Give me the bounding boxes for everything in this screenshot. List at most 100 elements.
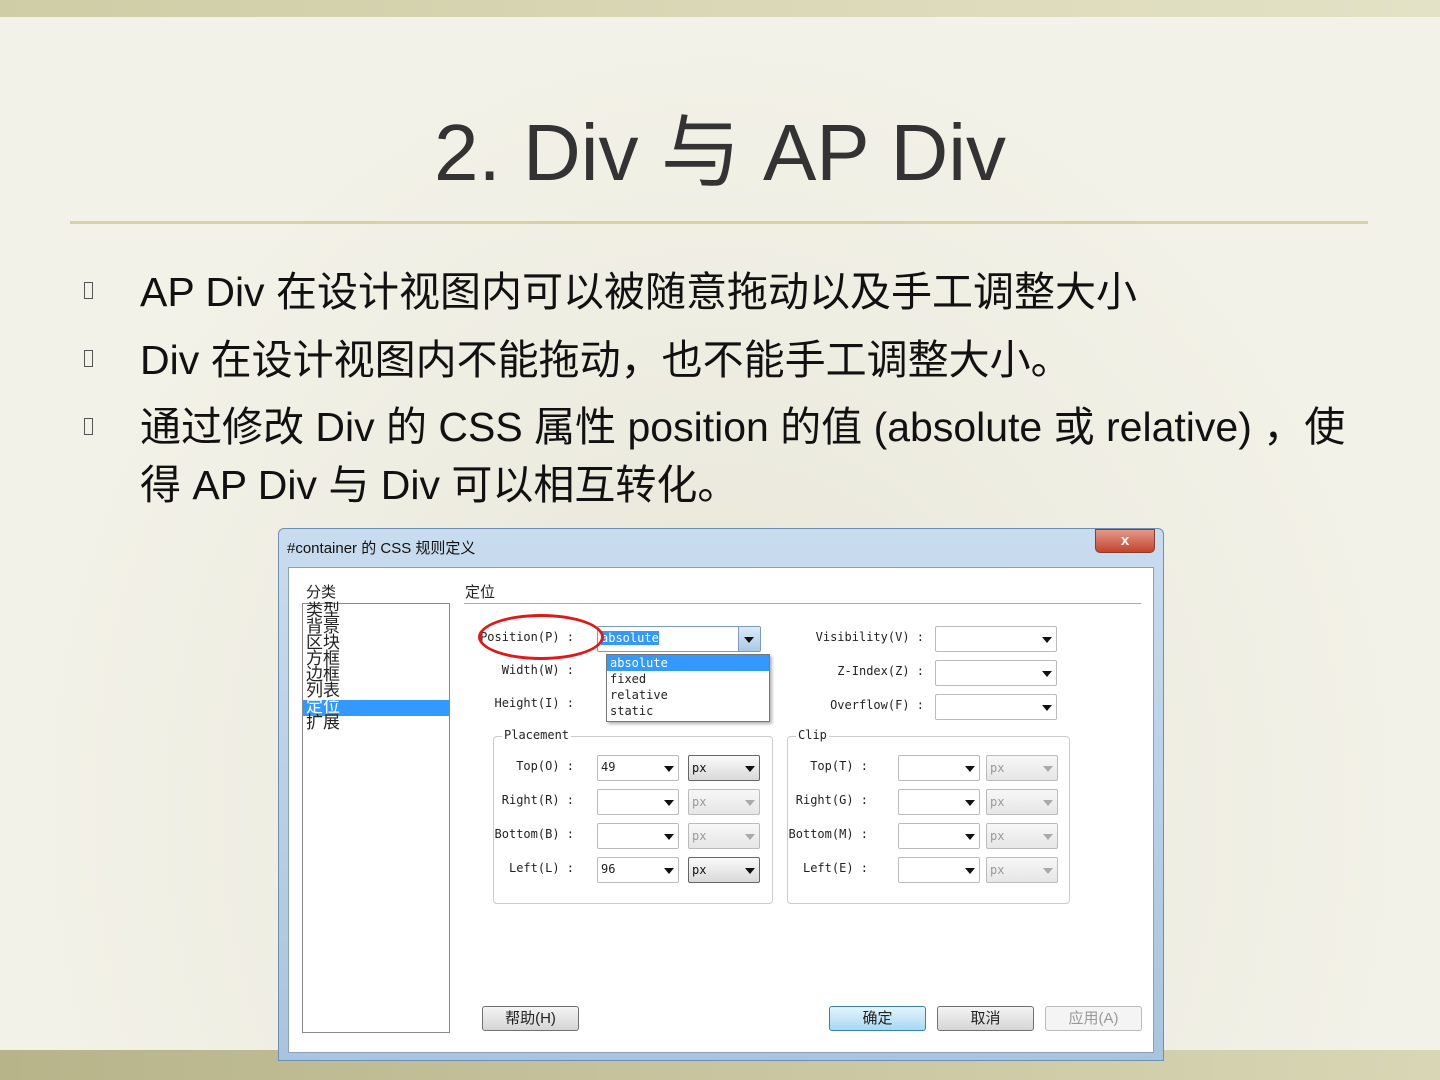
clip-group: Clip Top(T) : px Right(G) : px Bottom(M) : px L…: [787, 728, 1070, 904]
slide-title: 2. Div 与 AP Div: [434, 108, 1006, 197]
chevron-down-icon: [965, 800, 975, 806]
apply-button[interactable]: 应用(A): [1045, 1006, 1142, 1031]
chevron-down-icon: [664, 868, 674, 874]
chevron-down-icon: [664, 834, 674, 840]
annotation-circle: [478, 614, 604, 660]
clip-row-label: Left(E) :: [802, 861, 868, 875]
position-value: absolute: [601, 631, 659, 645]
unit-text: px: [990, 795, 1005, 809]
chevron-down-icon: [1042, 671, 1052, 677]
bullet-icon: [84, 350, 93, 367]
placement-unit-select[interactable]: px: [688, 857, 760, 883]
category-label: 分类: [306, 584, 337, 601]
placement-unit-select[interactable]: px: [688, 755, 760, 781]
clip-row-label: Top(T) :: [810, 759, 868, 773]
chevron-down-icon: [1043, 834, 1053, 840]
placement-legend: Placement: [502, 728, 572, 742]
visibility-select[interactable]: [935, 626, 1057, 652]
unit-text: px: [990, 863, 1005, 877]
category-item[interactable]: 扩展: [303, 714, 449, 732]
section-divider: [464, 603, 1141, 604]
dialog-body: 分类 类型 背景 区块 方框 边框 列表 定位 扩展 定位 Position(P) : abs…: [288, 567, 1154, 1053]
overflow-label: Overflow(F) :: [830, 698, 924, 712]
bullet-item: 通过修改 Div 的 CSS 属性 position 的值 (absolute …: [84, 398, 1374, 514]
dropdown-option[interactable]: absolute: [607, 655, 769, 671]
chevron-down-icon: [745, 800, 755, 806]
chevron-down-icon: [738, 627, 760, 651]
chevron-down-icon: [1043, 766, 1053, 772]
unit-text: px: [692, 795, 707, 809]
unit-text: px: [692, 863, 707, 877]
chevron-down-icon: [1042, 637, 1052, 643]
chevron-down-icon: [1043, 868, 1053, 874]
chevron-down-icon: [1043, 800, 1053, 806]
placement-value-select[interactable]: [597, 789, 679, 815]
width-label: Width(W) :: [501, 663, 574, 677]
bullet-text: AP Div 在设计视图内可以被随意拖动以及手工调整大小: [140, 269, 1137, 315]
ok-button[interactable]: 确定: [829, 1006, 926, 1031]
chevron-down-icon: [745, 766, 755, 772]
unit-text: px: [692, 761, 707, 775]
title-divider: [70, 221, 1368, 224]
dropdown-option[interactable]: relative: [607, 687, 769, 703]
zindex-label: Z-Index(Z) :: [837, 664, 924, 678]
bullet-item: Div 在设计视图内不能拖动，也不能手工调整大小。: [84, 330, 1374, 390]
placement-value-select[interactable]: 49: [597, 755, 679, 781]
top-stripe: [0, 0, 1440, 17]
chevron-down-icon: [745, 868, 755, 874]
placement-value-select[interactable]: [597, 823, 679, 849]
chevron-down-icon: [664, 766, 674, 772]
unit-text: px: [990, 829, 1005, 843]
chevron-down-icon: [745, 834, 755, 840]
placement-row-label: Left(L) :: [508, 861, 574, 875]
bullet-icon: [84, 282, 93, 299]
chevron-down-icon: [965, 766, 975, 772]
bullet-list: AP Div 在设计视图内可以被随意拖动以及手工调整大小 Div 在设计视图内不…: [84, 262, 1374, 522]
clip-unit-select[interactable]: px: [986, 789, 1058, 815]
placement-value-select[interactable]: 96: [597, 857, 679, 883]
clip-value-select[interactable]: [898, 857, 980, 883]
placement-row-label: Right(R) :: [501, 793, 574, 807]
clip-unit-select[interactable]: px: [986, 755, 1058, 781]
height-label: Height(I) :: [494, 696, 574, 710]
value-text: 96: [601, 862, 616, 876]
placement-group: Placement Top(O) : 49 px Right(R) : px Bottom(…: [493, 728, 773, 904]
css-rule-dialog: #container 的 CSS 规则定义 x 分类 类型 背景 区块 方框 边框 列表定…: [278, 528, 1164, 1061]
dialog-title: #container 的 CSS 规则定义: [287, 540, 476, 557]
bullet-text: Div 在设计视图内不能拖动，也不能手工调整大小。: [140, 337, 1072, 383]
chevron-down-icon: [965, 834, 975, 840]
clip-row-label: Bottom(M) :: [788, 827, 868, 841]
close-button[interactable]: x: [1095, 529, 1155, 553]
unit-text: px: [692, 829, 707, 843]
overflow-select[interactable]: [935, 694, 1057, 720]
placement-row-label: Top(O) :: [516, 759, 574, 773]
visibility-label: Visibility(V) :: [815, 630, 924, 644]
value-text: 49: [601, 760, 616, 774]
bullet-icon: [84, 418, 93, 435]
dropdown-option[interactable]: fixed: [607, 671, 769, 687]
clip-value-select[interactable]: [898, 789, 980, 815]
category-list[interactable]: 类型 背景 区块 方框 边框 列表 定位 扩展: [302, 602, 450, 1033]
placement-unit-select[interactable]: px: [688, 789, 760, 815]
section-title: 定位: [465, 584, 496, 601]
bullet-text: 通过修改 Div 的 CSS 属性 position 的值 (absolute …: [140, 404, 1346, 508]
chevron-down-icon: [1042, 705, 1052, 711]
help-button[interactable]: 帮助(H): [482, 1006, 579, 1031]
position-select[interactable]: absolute: [597, 626, 761, 652]
clip-legend: Clip: [796, 728, 829, 742]
bullet-item: AP Div 在设计视图内可以被随意拖动以及手工调整大小: [84, 262, 1374, 322]
clip-value-select[interactable]: [898, 755, 980, 781]
zindex-select[interactable]: [935, 660, 1057, 686]
clip-row-label: Right(G) :: [795, 793, 868, 807]
clip-unit-select[interactable]: px: [986, 823, 1058, 849]
chevron-down-icon: [965, 868, 975, 874]
unit-text: px: [990, 761, 1005, 775]
chevron-down-icon: [664, 800, 674, 806]
placement-row-label: Bottom(B) :: [494, 827, 574, 841]
placement-unit-select[interactable]: px: [688, 823, 760, 849]
cancel-button[interactable]: 取消: [937, 1006, 1034, 1031]
clip-unit-select[interactable]: px: [986, 857, 1058, 883]
position-dropdown-list[interactable]: absolute fixed relative static: [606, 654, 770, 722]
clip-value-select[interactable]: [898, 823, 980, 849]
dropdown-option[interactable]: static: [607, 703, 769, 719]
